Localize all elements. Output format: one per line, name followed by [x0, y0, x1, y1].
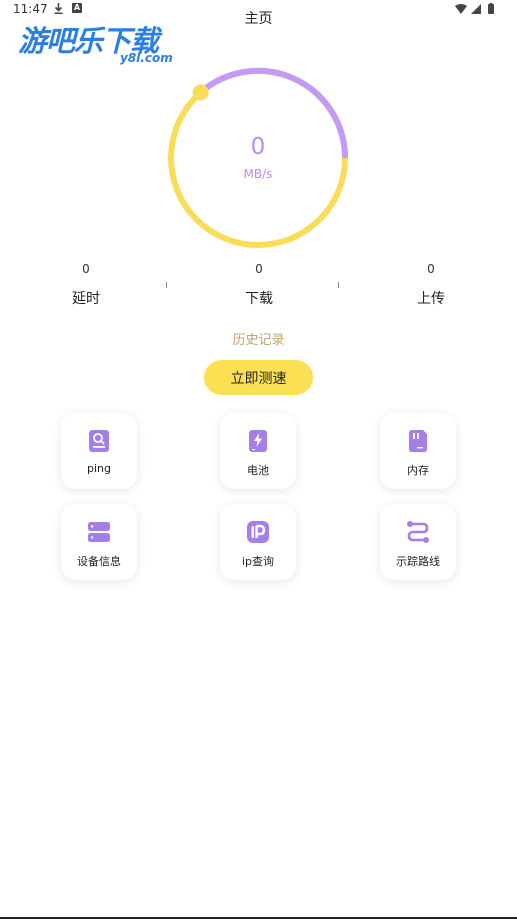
upload-value: 0	[427, 262, 435, 276]
stat-upload: 0 上传	[371, 262, 491, 308]
tile-label: 示踪路线	[396, 555, 440, 568]
tile-memory[interactable]: 内存	[380, 413, 456, 489]
stat-divider	[338, 282, 339, 288]
start-test-button[interactable]: 立即测速	[204, 360, 313, 395]
tile-battery[interactable]: 电池	[220, 413, 296, 489]
speed-unit: MB/s	[243, 167, 273, 181]
stat-divider	[166, 282, 167, 288]
upload-label: 上传	[417, 291, 445, 307]
tile-label: 设备信息	[77, 555, 121, 568]
gauge-knob	[192, 84, 209, 101]
tile-label: 内存	[407, 464, 429, 477]
tile-label: ping	[87, 462, 111, 475]
server-icon	[88, 522, 110, 542]
history-link[interactable]: 历史记录	[0, 329, 517, 348]
page-title: 主页	[244, 11, 273, 27]
stat-latency: 0 延时	[26, 262, 146, 308]
tile-ip-lookup[interactable]: ip查询	[220, 504, 296, 580]
sd-card-icon	[409, 430, 427, 452]
ping-icon	[89, 430, 109, 452]
route-icon	[407, 521, 429, 543]
tile-ping[interactable]: ping	[61, 413, 137, 489]
ip-icon	[247, 521, 269, 543]
tile-device-info[interactable]: 设备信息	[61, 504, 137, 580]
tile-label: 电池	[247, 464, 269, 477]
tile-traceroute[interactable]: 示踪路线	[380, 504, 456, 580]
latency-label: 延时	[72, 291, 100, 307]
battery-charge-icon	[249, 430, 267, 452]
download-value: 0	[255, 262, 263, 276]
download-label: 下载	[245, 291, 273, 307]
tile-label: ip查询	[241, 555, 275, 568]
stat-download: 0 下载	[199, 262, 319, 308]
latency-value: 0	[82, 262, 90, 276]
speed-value: 0	[250, 134, 266, 160]
